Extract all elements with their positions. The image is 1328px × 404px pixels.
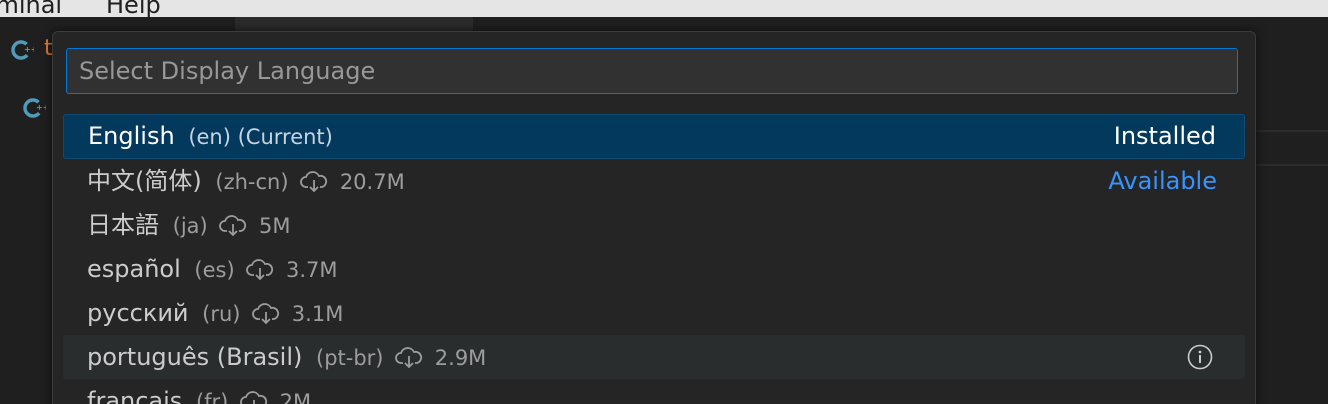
menu-terminal[interactable]: rminal [0,0,62,17]
cloud-download-icon [395,347,423,369]
status-available[interactable]: Available [1108,159,1217,203]
language-code: (en) (Current) [188,125,333,149]
language-code: (es) [194,258,235,282]
language-label: русский (ru) 3.1M [87,291,343,336]
language-name: 中文(简体) [87,167,202,195]
language-name: español [87,255,181,283]
cloud-download-icon [252,303,280,325]
download-size: 3.1M [291,302,344,326]
list-item-french[interactable]: français (fr) 2M [63,379,1245,404]
language-name: English [88,122,175,150]
list-item-spanish[interactable]: español (es) 3.7M [63,247,1245,291]
language-label: English (en) (Current) [88,115,333,159]
editor-divider [1254,130,1328,132]
language-code: (zh-cn) [215,170,289,194]
svg-text:++: ++ [24,45,34,54]
cloud-download-icon [219,215,247,237]
list-item-japanese[interactable]: 日本語 (ja) 5M [63,203,1245,247]
editor-divider [1254,164,1328,166]
menu-help[interactable]: Help [106,0,161,17]
editor-tab-strip [235,17,473,31]
download-size: 3.7M [285,258,338,282]
language-name: 日本語 [87,211,159,239]
language-code: (ja) [172,214,208,238]
cloud-download-icon [300,171,328,193]
status-installed: Installed [1113,122,1216,150]
language-code: (pt-br) [316,346,384,370]
language-name: português (Brasil) [87,343,303,371]
language-code: (fr) [195,390,229,404]
language-label: 中文(简体) (zh-cn) 20.7M [87,159,405,204]
list-item-chinese-simplified[interactable]: 中文(简体) (zh-cn) 20.7M Available [63,159,1245,203]
language-name: français [87,387,183,404]
language-label: français (fr) 2M [87,379,311,404]
language-label: português (Brasil) (pt-br) 2.9M [87,335,486,380]
info-icon[interactable] [1187,344,1213,370]
download-size: 5M [259,214,291,238]
language-label: español (es) 3.7M [87,247,337,292]
download-size: 20.7M [339,170,405,194]
svg-text:++: ++ [36,103,46,112]
cpp-file-icon: ++ [10,38,37,66]
list-item-english[interactable]: English (en) (Current) Installed [63,114,1245,159]
language-quick-pick: English (en) (Current) Installed 中文(简体) … [52,31,1256,404]
language-code: (ru) [202,302,241,326]
list-item-russian[interactable]: русский (ru) 3.1M [63,291,1245,335]
cpp-file-icon: ++ [22,96,49,124]
cloud-download-icon [246,259,274,281]
language-list: English (en) (Current) Installed 中文(简体) … [63,114,1245,404]
language-search-input[interactable] [66,48,1238,94]
list-item-portuguese-brazil[interactable]: português (Brasil) (pt-br) 2.9M [63,335,1245,379]
language-label: 日本語 (ja) 5M [87,203,291,248]
language-name: русский [87,299,189,327]
download-size: 2.9M [434,346,487,370]
download-size: 2M [279,390,312,404]
cloud-download-icon [240,391,268,404]
vscode-window: rminal Help ++ t ++ English (en) (Curren… [0,0,1328,404]
menu-bar: rminal Help [0,0,1328,17]
